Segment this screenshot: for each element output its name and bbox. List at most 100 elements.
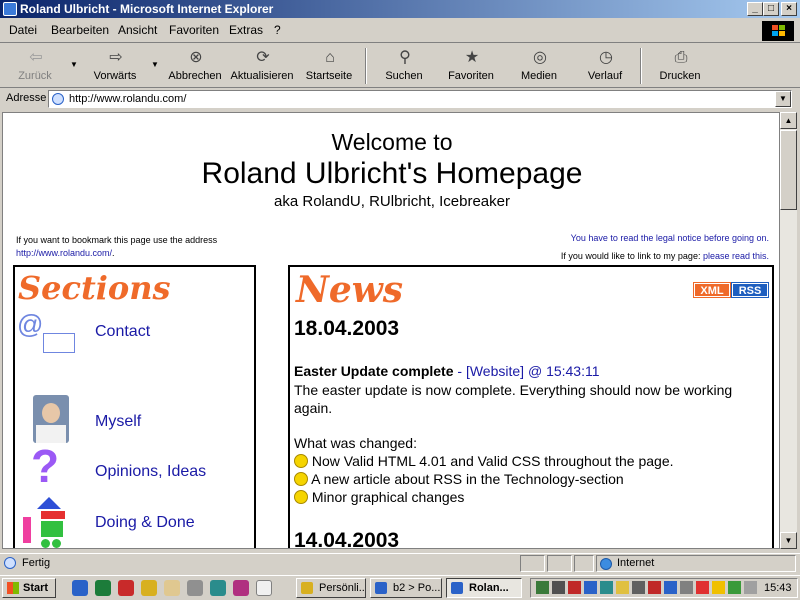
maximize-button[interactable]: □ [763,2,779,16]
menu-favoriten[interactable]: Favoriten [169,23,219,37]
tray-icon[interactable] [680,581,693,594]
back-button[interactable]: ⇦ Zurück [2,46,68,86]
print-icon: ⎙ [674,49,688,66]
question-mark-icon: ? [31,440,60,492]
task-button-2[interactable]: b2 > Po... [370,578,442,598]
tray-icon[interactable] [632,581,645,594]
refresh-button[interactable]: ⟳ Aktualisieren [229,46,295,86]
search-icon: ⚲ [399,49,411,66]
menu-bar: Datei Bearbeiten Ansicht Favoriten Extra… [0,19,800,43]
address-label: Adresse [6,92,47,104]
toolbar-separator [640,48,642,84]
back-arrow-icon: ⇦ [29,49,43,66]
page-status-icon [4,557,16,569]
tray-icon[interactable] [696,581,709,594]
menu-bearbeiten[interactable]: Bearbeiten [51,23,109,37]
speaker-icon[interactable] [744,581,757,594]
menu-help[interactable]: ? [274,23,281,37]
blocks-icon [23,497,73,548]
start-button[interactable]: Start [2,578,56,598]
home-button[interactable]: ⌂ Startseite [296,46,362,86]
section-opinions[interactable]: Opinions, Ideas [95,463,206,481]
tray-icon[interactable] [584,581,597,594]
aka-text: aka RolandU, RUlbricht, Icebreaker [274,193,510,210]
status-text: Fertig [22,557,51,569]
history-icon: ◷ [599,49,613,66]
back-dropdown-icon[interactable]: ▼ [70,60,78,69]
rss-badge[interactable]: RSS [731,282,769,298]
app-quicklaunch-icon[interactable] [187,580,203,596]
tray-icon[interactable] [552,581,565,594]
smiley-icon [294,490,308,504]
tray-icon[interactable] [568,581,581,594]
media-icon: ◎ [533,49,547,66]
news-change-item: Minor graphical changes [294,489,464,505]
tray-icon[interactable] [616,581,629,594]
toolbar-separator [365,48,367,84]
stop-button[interactable]: ⊗ Abbrechen [162,46,228,86]
address-dropdown-icon[interactable]: ▼ [775,91,791,107]
status-bar: Fertig Internet [0,553,800,573]
netscape-quicklaunch-icon[interactable] [95,580,111,596]
section-contact[interactable]: Contact [95,323,150,341]
windows-logo-icon [7,582,19,594]
tray-icon[interactable] [536,581,549,594]
favorites-button[interactable]: ★ Favoriten [438,46,504,86]
bookmark-line: http://www.rolandu.com/. [16,248,115,258]
tray-icon[interactable] [664,581,677,594]
news-entry-header: Easter Update complete - [Website] @ 15:… [294,363,600,379]
news-changes-label: What was changed: [294,435,417,451]
media-button[interactable]: ◎ Medien [506,46,572,86]
menu-extras[interactable]: Extras [229,23,263,37]
scroll-down-button[interactable]: ▼ [780,532,797,549]
menu-datei[interactable]: Datei [9,23,37,37]
tray-icon[interactable] [600,581,613,594]
link-info: If you would like to link to my page: pl… [560,251,769,261]
windows-logo-icon [762,21,794,41]
menu-ansicht[interactable]: Ansicht [118,23,157,37]
address-input[interactable]: http://www.rolandu.com/ ▼ [48,90,792,108]
task-button-1[interactable]: Persönli... [296,578,366,598]
bookmark-text: If you want to bookmark this page use th… [16,235,218,245]
address-url: http://www.rolandu.com/ [69,93,187,105]
news-entry-body: The easter update is now complete. Every… [294,382,733,416]
news-date: 18.04.2003 [294,317,400,340]
news-entry-time-link[interactable]: 15:43:11 [546,363,599,379]
forward-button[interactable]: ⇨ Vorwärts [82,46,148,86]
bookmark-link[interactable]: http://www.rolandu.com/ [16,248,112,258]
portrait-photo-icon [33,395,69,443]
app-quicklaunch-icon[interactable] [141,580,157,596]
link-info-link[interactable]: please read this. [703,251,769,261]
tray-icon[interactable] [712,581,725,594]
zone-panel: Internet [596,555,796,572]
app-quicklaunch-icon[interactable] [210,580,226,596]
section-myself[interactable]: Myself [95,413,141,431]
tray-icon[interactable] [648,581,661,594]
tray-icon[interactable] [728,581,741,594]
scroll-thumb[interactable] [780,130,797,210]
title-bar: Roland Ulbricht - Microsoft Internet Exp… [0,0,800,18]
scroll-up-button[interactable]: ▲ [780,112,797,129]
news-box: News XML RSS 18.04.2003 Easter Update co… [288,265,774,548]
news-change-item: A new article about RSS in the Technolog… [294,471,624,487]
news-entry-title: Easter Update complete [294,363,454,379]
app-quicklaunch-icon[interactable] [233,580,249,596]
legal-notice-link[interactable]: You have to read the legal notice before… [571,233,769,243]
close-button[interactable]: × [781,2,797,16]
app-quicklaunch-icon[interactable] [256,580,272,596]
refresh-icon: ⟳ [256,49,270,66]
app-quicklaunch-icon[interactable] [118,580,134,596]
print-button[interactable]: ⎙ Drucken [647,46,713,86]
search-button[interactable]: ⚲ Suchen [371,46,437,86]
ie-quicklaunch-icon[interactable] [72,580,88,596]
news-entry-website-link[interactable]: [Website] [466,363,524,379]
app-quicklaunch-icon[interactable] [164,580,180,596]
xml-badge[interactable]: XML [693,282,731,298]
task-button-3-active[interactable]: Rolan... [446,578,522,598]
history-button[interactable]: ◷ Verlauf [572,46,638,86]
section-doing-done[interactable]: Doing & Done [95,514,195,532]
smiley-icon [294,472,308,486]
forward-dropdown-icon[interactable]: ▼ [151,60,159,69]
forward-arrow-icon: ⇨ [109,49,123,66]
minimize-button[interactable]: _ [747,2,763,16]
